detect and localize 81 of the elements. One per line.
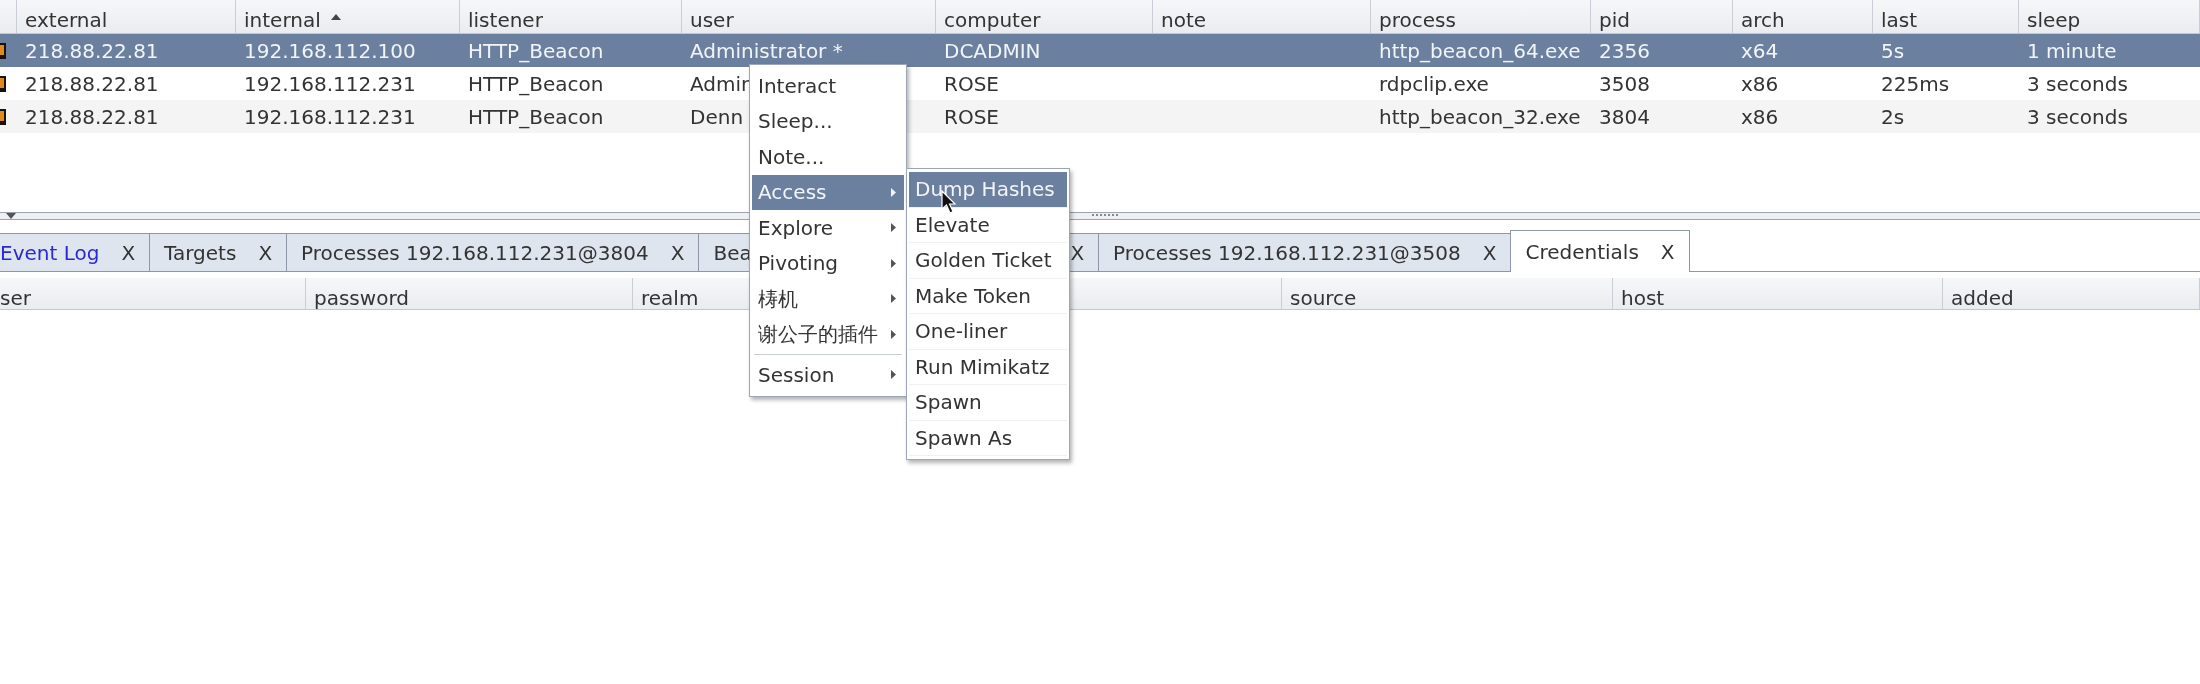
table-cell: x86 [1741, 71, 1779, 96]
close-tab-button[interactable]: X [121, 237, 136, 268]
splitter-grip-icon[interactable] [1092, 214, 1118, 218]
close-tab-button[interactable]: X [1482, 237, 1497, 268]
submenu-arrow-icon [891, 294, 896, 304]
table-cell: 192.168.112.231 [244, 104, 416, 129]
submenu-arrow-icon [891, 370, 896, 380]
column-header[interactable]: pid [1591, 0, 1733, 33]
tab[interactable]: Processes 192.168.112.231@3508 X [1098, 233, 1512, 271]
column-header[interactable]: process [1371, 0, 1591, 33]
column-header[interactable]: last [1873, 0, 2019, 33]
table-cell: ROSE [944, 104, 999, 129]
table-cell: x86 [1741, 104, 1779, 129]
menu-item[interactable]: Sleep... [752, 103, 904, 139]
column-header[interactable]: added [1943, 278, 2200, 309]
table-cell: x64 [1741, 38, 1779, 63]
menu-item[interactable]: Pivoting [752, 245, 904, 281]
tab[interactable]: Processes 192.168.112.231@3804 X [286, 233, 700, 271]
table-cell: 5s [1881, 38, 1905, 63]
table-cell: 3508 [1599, 71, 1650, 96]
table-cell: http_beacon_32.exe [1379, 104, 1581, 129]
table-cell: 3 seconds [2027, 71, 2128, 96]
selected-row[interactable]: 218.88.22.81 192.168.112.100 HTTP_Beacon Administrator * DCADMIN http_beacon_64.exe 2356 x64 5s 1 minute [0, 34, 2200, 67]
table-cell: http_beacon_64.exe [1379, 38, 1581, 63]
table-cell: 218.88.22.81 [25, 71, 159, 96]
table-cell: HTTP_Beacon [468, 38, 604, 63]
menu-item[interactable]: 谢公子的插件 [752, 316, 904, 352]
table-cell: ROSE [944, 71, 999, 96]
column-header[interactable]: host [1613, 278, 1943, 309]
menu-item[interactable]: Note... [752, 139, 904, 175]
collapse-arrow-icon[interactable] [6, 213, 16, 219]
close-tab-button[interactable]: X [670, 237, 685, 268]
submenu-arrow-icon [891, 187, 896, 197]
menu-item[interactable]: Spawn [909, 385, 1067, 421]
close-tab-button[interactable]: X [258, 237, 273, 268]
column-header[interactable]: user [682, 0, 936, 33]
table-cell: HTTP_Beacon [468, 104, 604, 129]
column-header[interactable]: note [1153, 0, 1371, 33]
table-cell: 225ms [1881, 71, 1950, 96]
column-header[interactable]: source [1282, 278, 1613, 309]
menu-item[interactable]: Golden Ticket [909, 243, 1067, 279]
menu-item[interactable]: Dump Hashes [909, 172, 1067, 208]
column-header[interactable]: sleep [2019, 0, 2200, 33]
menu-item[interactable]: Session [752, 357, 904, 393]
submenu-arrow-icon [891, 329, 896, 339]
column-header[interactable]: external [17, 0, 236, 33]
menu-item[interactable]: Interact [752, 68, 904, 104]
menu-item[interactable]: Run Mimikatz [909, 349, 1067, 385]
tab[interactable]: Targets X [149, 233, 288, 271]
column-header[interactable]: listener [460, 0, 682, 33]
menu-item[interactable]: Access [752, 174, 904, 210]
menu-item[interactable]: Explore [752, 210, 904, 246]
submenu-arrow-icon [891, 258, 896, 268]
menu-item[interactable]: Make Token [909, 278, 1067, 314]
table-cell: 218.88.22.81 [25, 38, 159, 63]
table-cell: 3804 [1599, 104, 1650, 129]
table-cell: Denn [690, 104, 744, 129]
tab[interactable]: Event Log X [0, 233, 151, 271]
table-cell: rdpclip.exe [1379, 71, 1489, 96]
column-header[interactable]: internal [236, 0, 460, 33]
column-header[interactable]: arch [1733, 0, 1873, 33]
tab[interactable]: Credentials X [1510, 230, 1690, 272]
table-cell: 192.168.112.100 [244, 38, 416, 63]
column-header[interactable]: ser [0, 278, 306, 309]
close-tab-button[interactable]: X [1660, 236, 1675, 267]
menu-item[interactable]: Spawn As [909, 420, 1067, 456]
submenu-arrow-icon [891, 223, 896, 233]
table-cell: HTTP_Beacon [468, 71, 604, 96]
table-cell: 1 minute [2027, 38, 2117, 63]
column-header[interactable]: computer [936, 0, 1153, 33]
table-cell: DCADMIN [944, 38, 1041, 63]
menu-item[interactable]: One-liner [909, 314, 1067, 350]
table-cell: Administrator * [690, 38, 843, 63]
close-tab-button[interactable]: X [1070, 237, 1085, 268]
table-cell: 192.168.112.231 [244, 71, 416, 96]
table-cell: 3 seconds [2027, 104, 2128, 129]
table-cell: 218.88.22.81 [25, 104, 159, 129]
table-cell: 2356 [1599, 38, 1650, 63]
column-header[interactable]: password [306, 278, 633, 309]
table-cell: 2s [1881, 104, 1905, 129]
menu-item[interactable]: 梼机 [752, 281, 904, 317]
